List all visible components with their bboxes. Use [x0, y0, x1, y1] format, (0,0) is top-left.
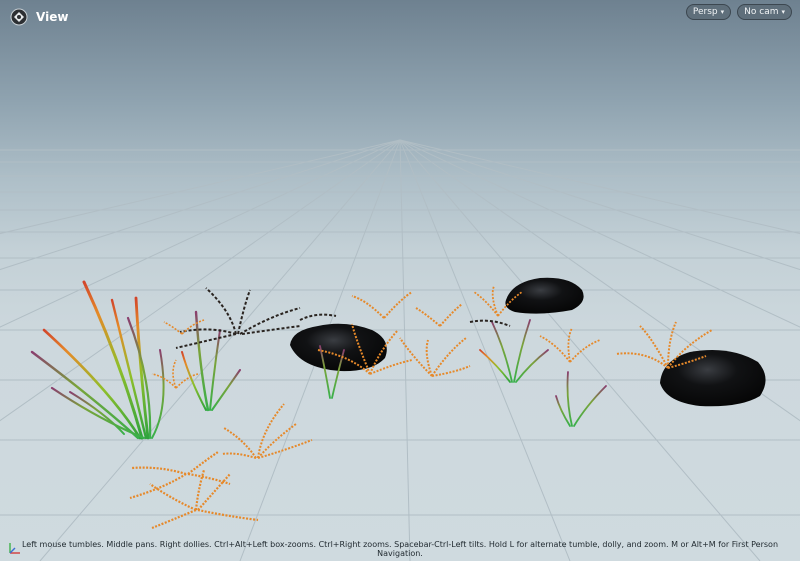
perspective-label: Persp [692, 7, 718, 17]
rock-back [505, 277, 584, 314]
chevron-down-icon: ▾ [720, 8, 725, 16]
viewport-title-bar: View [10, 8, 68, 26]
houdini-icon[interactable] [10, 8, 28, 26]
3d-viewport[interactable]: View Persp ▾ No cam ▾ Left mouse tumbles… [0, 0, 800, 561]
camera-label: No cam [744, 7, 779, 17]
fern-front [129, 451, 259, 530]
ground-grid [0, 139, 800, 561]
viewport-title: View [36, 10, 69, 24]
viewport-camera-controls: Persp ▾ No cam ▾ [685, 4, 792, 20]
perspective-dropdown[interactable]: Persp ▾ [685, 4, 732, 20]
navigation-hint: Left mouse tumbles. Middle pans. Right d… [21, 540, 779, 558]
rock-left [290, 323, 387, 372]
scene-canvas[interactable] [0, 0, 800, 561]
chevron-down-icon: ▾ [781, 8, 785, 16]
fern-upper-left [221, 403, 313, 459]
grass-clump-left [30, 280, 165, 440]
fern-dark [175, 287, 301, 349]
camera-dropdown[interactable]: No cam ▾ [737, 4, 792, 20]
